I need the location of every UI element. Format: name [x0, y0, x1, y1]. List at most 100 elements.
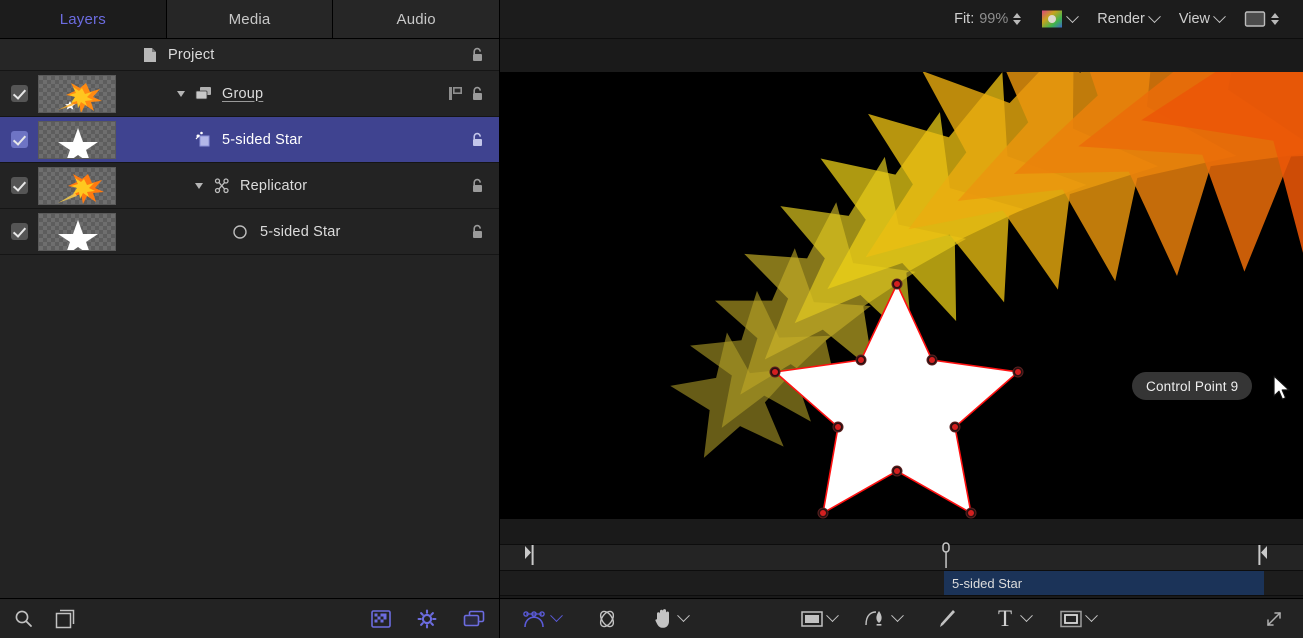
timeline-ruler[interactable] — [500, 544, 1303, 571]
search-icon[interactable] — [14, 609, 33, 628]
view-label: View — [1179, 11, 1210, 27]
canvas-top-toolbar: Fit: 99% — [500, 0, 1303, 39]
up-down-stepper-icon[interactable] — [1013, 13, 1021, 25]
transform-3d-tool[interactable] — [587, 607, 627, 631]
tab-audio-label: Audio — [396, 11, 435, 28]
bezier-tool[interactable] — [514, 608, 569, 630]
orbit-3d-icon — [595, 607, 619, 631]
replicator-thumbnail-cell — [38, 167, 120, 205]
out-point-marker-icon[interactable] — [1257, 544, 1267, 564]
layer-row-group[interactable]: Group — [0, 71, 499, 117]
nested-star-label[interactable]: 5-sided Star — [260, 224, 341, 240]
project-label: Project — [168, 47, 215, 63]
replicator-label[interactable]: Replicator — [240, 178, 307, 194]
unlocked-padlock-icon[interactable] — [470, 178, 485, 194]
resize-handle[interactable] — [1263, 608, 1289, 630]
star-shape-label[interactable]: 5-sided Star — [222, 132, 303, 148]
unlocked-padlock-icon[interactable] — [470, 224, 485, 240]
up-down-stepper-icon[interactable] — [1271, 13, 1279, 25]
rectangle-shape-icon — [800, 609, 824, 629]
paint-brush-icon — [934, 608, 958, 630]
group-thumbnail-cell — [38, 75, 120, 113]
canvas-surface[interactable] — [500, 72, 1303, 519]
display-preview-control[interactable] — [1234, 0, 1289, 39]
tab-media-label: Media — [229, 11, 271, 28]
hand-icon — [653, 607, 675, 630]
mask-tool[interactable] — [1051, 609, 1104, 629]
layer-row-5-sided-star-replicator-source[interactable]: 5-sided Star — [0, 209, 499, 255]
panel-tab-bar: Layers Media Audio — [0, 0, 499, 39]
replicator-icon — [210, 177, 234, 195]
replicator-visibility-checkbox[interactable] — [0, 177, 38, 194]
mini-timeline[interactable]: 5-sided Star — [500, 540, 1303, 598]
timeline-track[interactable]: 5-sided Star — [500, 571, 1303, 596]
chevron-down-icon[interactable] — [1066, 10, 1079, 23]
white-star-thumbnail — [38, 121, 116, 159]
unlocked-padlock-icon[interactable] — [470, 132, 485, 148]
pen-bezier-icon — [863, 608, 889, 630]
chevron-down-icon[interactable] — [1085, 609, 1098, 622]
layers-panel: Layers Media Audio — [0, 0, 500, 638]
bezier-curve-icon — [522, 608, 548, 630]
composition-render — [500, 72, 1303, 519]
text-tool[interactable]: T — [990, 607, 1039, 630]
project-name-cell: Project — [120, 47, 470, 63]
group-visibility-checkbox[interactable] — [0, 85, 38, 102]
motion-app-window: Layers Media Audio — [0, 0, 1303, 638]
chevron-down-icon[interactable] — [550, 609, 563, 622]
chevron-down-icon[interactable] — [891, 609, 904, 622]
stacked-layers-icon[interactable] — [463, 610, 485, 628]
arrow-pointer-cursor — [1273, 375, 1293, 403]
white-star-thumbnail — [38, 213, 116, 251]
checkerboard-icon[interactable] — [371, 610, 391, 628]
chevron-down-icon[interactable] — [1020, 609, 1033, 622]
tab-layers[interactable]: Layers — [0, 0, 167, 38]
pen-tool[interactable] — [855, 608, 910, 630]
layer-row-project[interactable]: Project — [0, 39, 499, 71]
render-menu[interactable]: Render — [1087, 0, 1169, 39]
paint-tool[interactable] — [926, 608, 966, 630]
timeline-clip-5-sided-star[interactable]: 5-sided Star — [944, 571, 1264, 595]
disclosure-triangle-icon[interactable] — [188, 182, 210, 190]
color-swatch-control[interactable] — [1031, 0, 1087, 39]
gear-sun-icon[interactable] — [417, 609, 437, 629]
checkbox-icon — [11, 223, 28, 240]
chevron-down-icon — [1148, 10, 1161, 23]
unlocked-padlock-icon[interactable] — [470, 47, 485, 63]
chevron-down-icon[interactable] — [826, 609, 839, 622]
nested-star-thumbnail-cell — [38, 213, 120, 251]
group-icon — [192, 86, 216, 101]
view-menu[interactable]: View — [1169, 0, 1234, 39]
in-point-marker-icon[interactable] — [524, 544, 534, 564]
circle-outline-icon — [228, 224, 252, 240]
mask-rectangle-icon — [1059, 609, 1083, 629]
star-right-cell — [470, 132, 499, 148]
text-t-icon: T — [998, 607, 1012, 630]
layer-row-replicator[interactable]: Replicator — [0, 163, 499, 209]
timeline-clip-label: 5-sided Star — [952, 576, 1022, 591]
chevron-down-icon[interactable] — [677, 609, 690, 622]
shape-icon — [192, 131, 216, 149]
tab-audio[interactable]: Audio — [333, 0, 499, 38]
document-icon — [138, 47, 162, 63]
mask-flag-icon[interactable] — [448, 86, 464, 101]
star-thumbnail-cell — [38, 121, 120, 159]
star-visibility-checkbox[interactable] — [0, 131, 38, 148]
fit-value: 99% — [979, 11, 1008, 27]
pan-tool[interactable] — [645, 607, 696, 630]
color-wheel-swatch-icon — [1041, 10, 1063, 28]
unlocked-padlock-icon[interactable] — [470, 86, 485, 102]
group-label[interactable]: Group — [222, 86, 263, 102]
checkbox-icon — [11, 177, 28, 194]
layer-row-5-sided-star-shape[interactable]: 5-sided Star — [0, 117, 499, 163]
fit-zoom-control[interactable]: Fit: 99% — [944, 0, 1031, 39]
crop-frame-icon[interactable] — [55, 609, 75, 629]
tab-media[interactable]: Media — [167, 0, 334, 38]
playhead-icon[interactable] — [940, 542, 952, 568]
canvas-viewport[interactable]: Control Point 9 — [500, 39, 1303, 540]
fit-label: Fit: — [954, 11, 974, 27]
disclosure-triangle-icon[interactable] — [170, 90, 192, 98]
shape-tool[interactable] — [792, 609, 845, 629]
comet-star-thumbnail — [38, 167, 116, 205]
nested-star-visibility-checkbox[interactable] — [0, 223, 38, 240]
